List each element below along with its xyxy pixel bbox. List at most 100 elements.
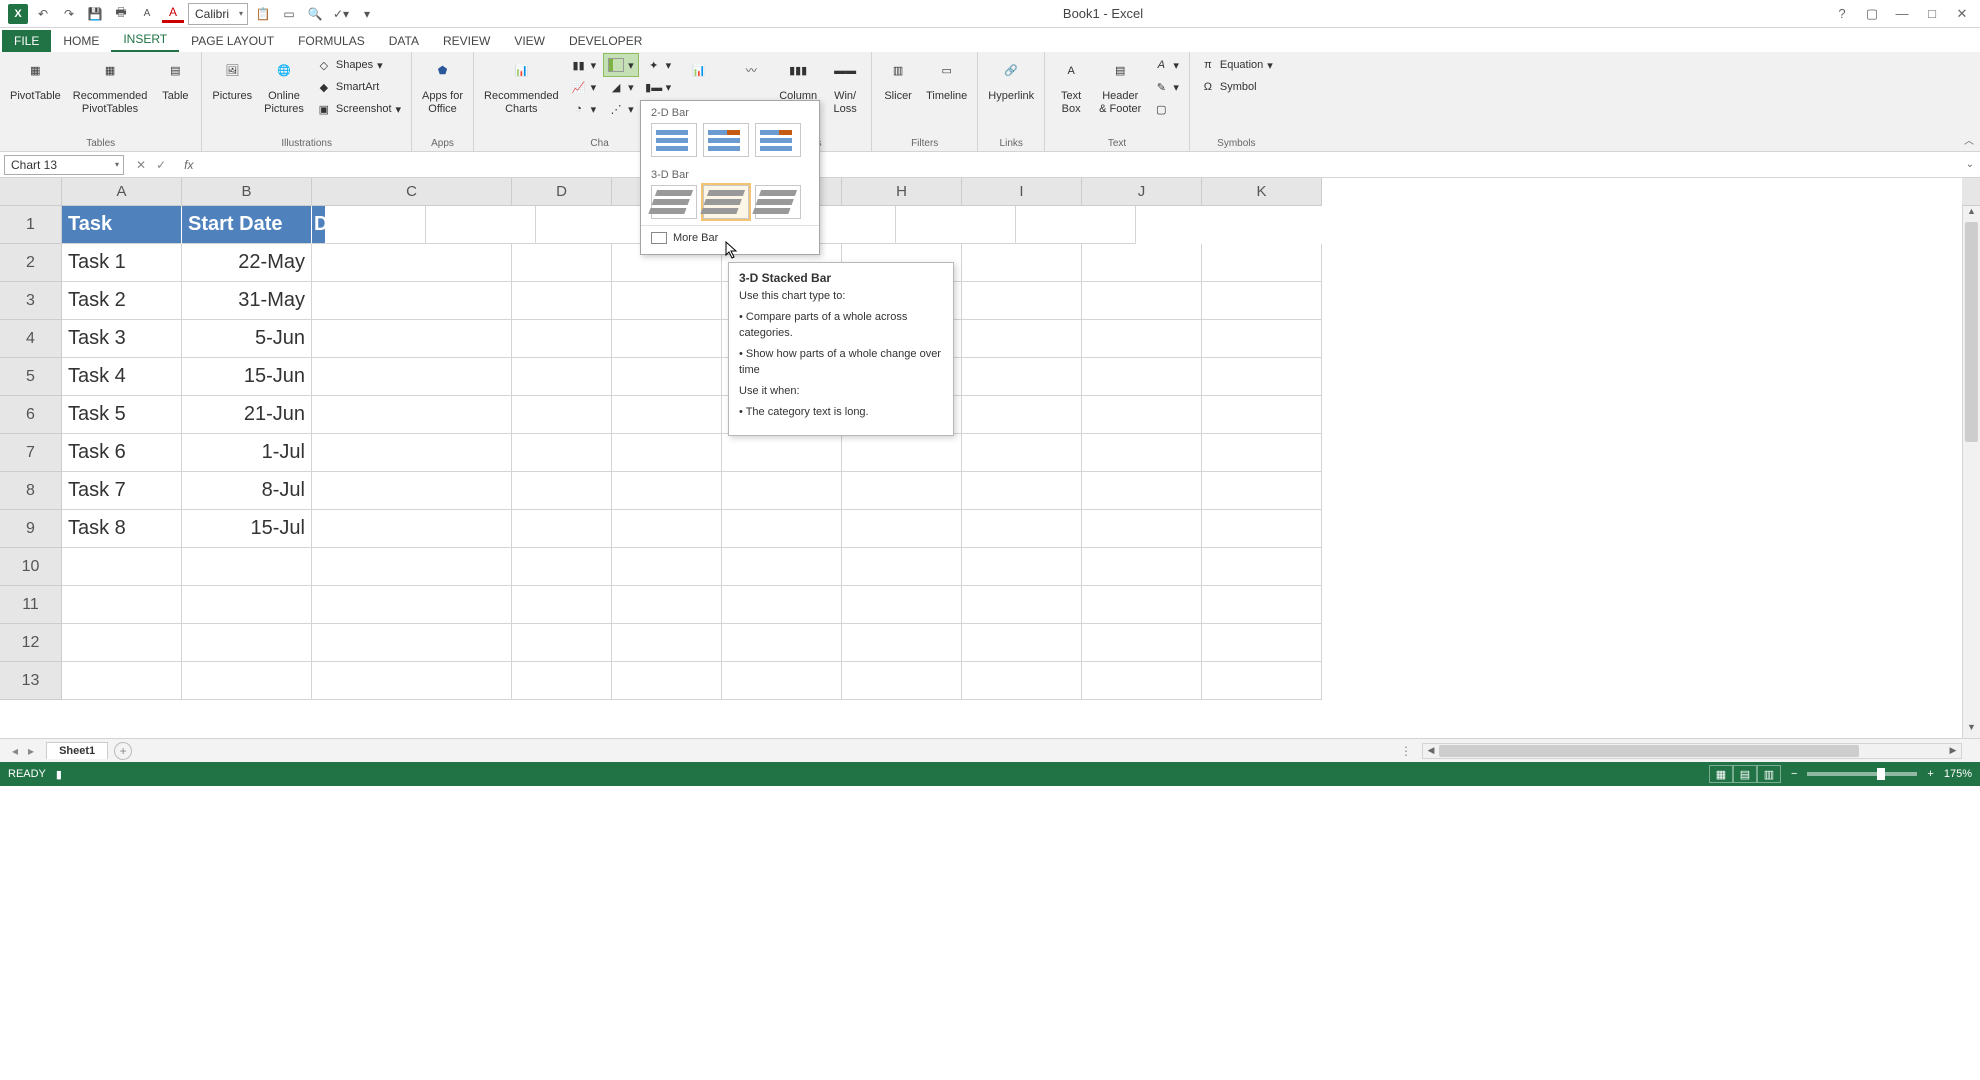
cell[interactable]: Task xyxy=(62,206,182,244)
apps-for-office-button[interactable]: ⬟Apps for Office xyxy=(418,54,467,118)
cell[interactable] xyxy=(612,624,722,662)
cancel-formula-button[interactable]: ✕ xyxy=(136,158,146,172)
column-header-B[interactable]: B xyxy=(182,178,312,206)
cell[interactable] xyxy=(1202,244,1322,282)
cell[interactable]: Task 1 xyxy=(62,244,182,282)
help-button[interactable]: ? xyxy=(1828,3,1856,25)
maximize-button[interactable]: □ xyxy=(1918,3,1946,25)
cell[interactable] xyxy=(1202,662,1322,700)
cell[interactable] xyxy=(722,662,842,700)
cell[interactable] xyxy=(612,434,722,472)
cell[interactable] xyxy=(1202,320,1322,358)
cell[interactable] xyxy=(1082,358,1202,396)
cell[interactable] xyxy=(512,624,612,662)
cell[interactable] xyxy=(512,510,612,548)
shapes-button[interactable]: ◇Shapes ▾ xyxy=(312,54,405,76)
cell[interactable]: Task 3 xyxy=(62,320,182,358)
cells-area[interactable]: TaskStart DateDTask 122-MayTask 231-MayT… xyxy=(62,206,1962,738)
cell[interactable] xyxy=(962,662,1082,700)
cell[interactable] xyxy=(1082,548,1202,586)
cell[interactable] xyxy=(536,206,656,244)
cell[interactable] xyxy=(612,320,722,358)
column-header-C[interactable]: C xyxy=(312,178,512,206)
horizontal-scrollbar[interactable]: ◀ ▶ xyxy=(1422,743,1962,759)
ribbon-display-button[interactable]: ▢ xyxy=(1858,3,1886,25)
cell[interactable] xyxy=(1082,320,1202,358)
cell[interactable]: Task 6 xyxy=(62,434,182,472)
sparkline-line-button[interactable]: 〰 xyxy=(731,54,771,92)
bar-chart-button[interactable]: ▾ xyxy=(604,54,638,76)
cell[interactable]: 1-Jul xyxy=(182,434,312,472)
cell[interactable] xyxy=(312,320,512,358)
zoom-slider[interactable] xyxy=(1807,772,1917,776)
cell[interactable]: Task 5 xyxy=(62,396,182,434)
font-selector[interactable]: Calibri xyxy=(188,3,248,25)
cell[interactable] xyxy=(612,548,722,586)
cell[interactable] xyxy=(842,434,962,472)
tab-page-layout[interactable]: PAGE LAYOUT xyxy=(179,30,286,52)
clustered-bar-2d[interactable] xyxy=(651,123,697,157)
cell[interactable] xyxy=(722,586,842,624)
undo-button[interactable]: ↶ xyxy=(32,3,54,25)
cell[interactable] xyxy=(312,244,512,282)
cell[interactable]: 22-May xyxy=(182,244,312,282)
cell[interactable] xyxy=(312,282,512,320)
spelling-button[interactable]: ✓▾ xyxy=(330,3,352,25)
cell[interactable] xyxy=(512,472,612,510)
cell[interactable] xyxy=(1202,586,1322,624)
sheet-tab-sheet1[interactable]: Sheet1 xyxy=(46,742,108,759)
cell[interactable] xyxy=(962,244,1082,282)
row-header-5[interactable]: 5 xyxy=(0,358,62,396)
name-box[interactable]: Chart 13 xyxy=(4,155,124,175)
timeline-button[interactable]: ▭Timeline xyxy=(922,54,971,105)
tab-file[interactable]: FILE xyxy=(2,30,51,52)
print-quick-button[interactable]: 🖶 xyxy=(110,3,132,25)
cell[interactable] xyxy=(842,510,962,548)
cell[interactable] xyxy=(962,472,1082,510)
cell[interactable] xyxy=(962,434,1082,472)
cell[interactable] xyxy=(842,586,962,624)
cell[interactable] xyxy=(842,472,962,510)
object-button[interactable]: ▢ xyxy=(1149,98,1183,120)
cell[interactable] xyxy=(312,586,512,624)
cell[interactable] xyxy=(1202,548,1322,586)
cell[interactable]: Task 8 xyxy=(62,510,182,548)
cell[interactable] xyxy=(1082,282,1202,320)
row-header-12[interactable]: 12 xyxy=(0,624,62,662)
hyperlink-button[interactable]: 🔗Hyperlink xyxy=(984,54,1038,105)
scroll-right-arrow[interactable]: ▶ xyxy=(1945,745,1961,756)
cell[interactable] xyxy=(1016,206,1136,244)
page-break-view-button[interactable]: ▥ xyxy=(1757,765,1781,783)
qat-customize[interactable]: ▾ xyxy=(356,3,378,25)
cell[interactable] xyxy=(312,548,512,586)
cell[interactable] xyxy=(512,320,612,358)
cell[interactable] xyxy=(182,548,312,586)
cell[interactable] xyxy=(512,586,612,624)
recommended-pivottables-button[interactable]: ▦Recommended PivotTables xyxy=(69,54,152,118)
cell[interactable]: 21-Jun xyxy=(182,396,312,434)
cell[interactable] xyxy=(326,206,426,244)
cell[interactable]: 15-Jun xyxy=(182,358,312,396)
cell[interactable] xyxy=(962,548,1082,586)
font-size-decrease-button[interactable]: A xyxy=(136,3,158,25)
cell[interactable] xyxy=(1082,586,1202,624)
cell[interactable] xyxy=(1202,472,1322,510)
collapse-ribbon-button[interactable]: ︿ xyxy=(1964,132,1974,147)
add-sheet-button[interactable]: + xyxy=(114,742,132,760)
cell[interactable] xyxy=(962,320,1082,358)
row-header-9[interactable]: 9 xyxy=(0,510,62,548)
select-all-corner[interactable] xyxy=(0,178,62,206)
cell[interactable] xyxy=(312,510,512,548)
stacked-bar-3d[interactable] xyxy=(703,185,749,219)
cell[interactable] xyxy=(612,358,722,396)
cell[interactable] xyxy=(312,434,512,472)
cell[interactable] xyxy=(962,586,1082,624)
cell[interactable] xyxy=(512,662,612,700)
combo-chart-button[interactable]: ▮▬▾ xyxy=(642,76,676,98)
cell[interactable] xyxy=(962,396,1082,434)
cell[interactable] xyxy=(512,396,612,434)
stock-chart-button[interactable]: ✦▾ xyxy=(642,54,676,76)
cell[interactable] xyxy=(512,434,612,472)
cell[interactable] xyxy=(962,282,1082,320)
cell[interactable] xyxy=(1202,624,1322,662)
